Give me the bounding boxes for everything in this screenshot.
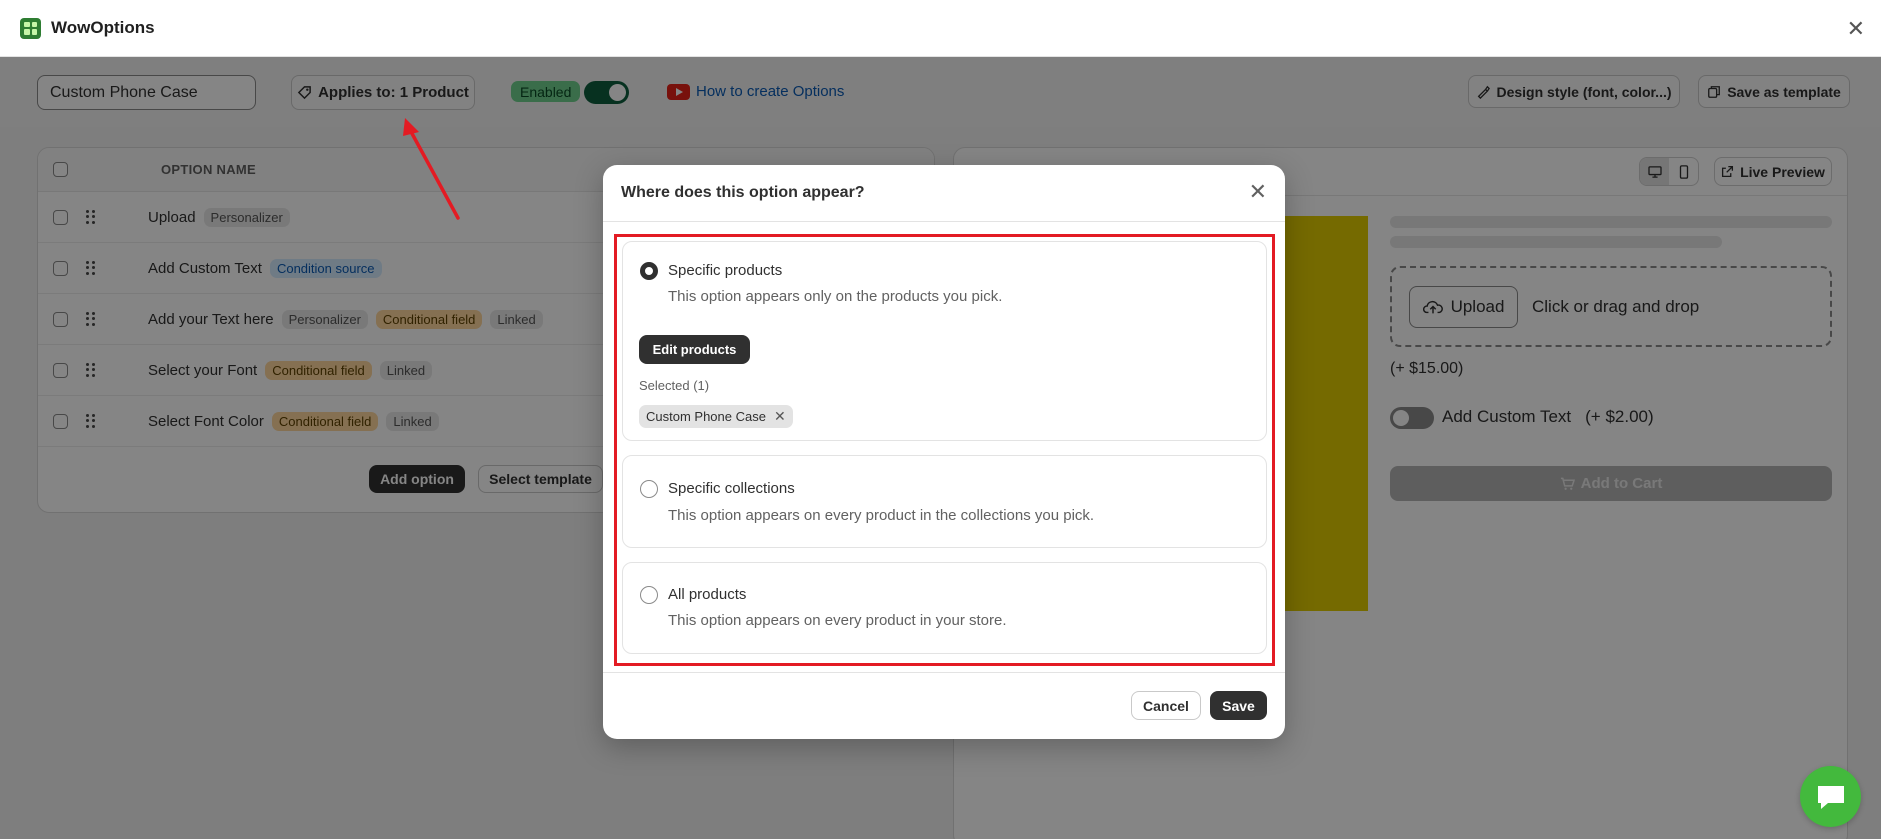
choice-description: This option appears only on the products… — [668, 288, 1003, 305]
selected-product-name: Custom Phone Case — [646, 409, 766, 424]
title-bar: WowOptions ✕ — [0, 0, 1881, 57]
choice-description: This option appears on every product in … — [668, 612, 1007, 629]
chat-icon — [1817, 785, 1844, 809]
close-icon[interactable]: ✕ — [1847, 18, 1865, 40]
radio-specific-collections[interactable] — [640, 480, 658, 498]
edit-products-button[interactable]: Edit products — [639, 335, 750, 364]
chat-widget-button[interactable] — [1800, 766, 1861, 827]
close-icon[interactable]: ✕ — [1249, 181, 1267, 203]
modal-header: Where does this option appear? ✕ — [603, 165, 1285, 222]
app-logo-icon — [20, 17, 41, 39]
annotation-arrow — [403, 118, 460, 220]
selected-product-tag: Custom Phone Case ✕ — [639, 405, 793, 428]
choice-title: Specific collections — [668, 480, 795, 497]
choice-all-products[interactable]: All products This option appears on ever… — [622, 562, 1267, 654]
radio-specific-products[interactable] — [640, 262, 658, 280]
applies-to-modal: Where does this option appear? ✕ Specifi… — [603, 165, 1285, 739]
modal-footer: Cancel Save — [603, 672, 1285, 739]
choice-title: Specific products — [668, 262, 783, 279]
app-title: WowOptions — [51, 18, 155, 37]
modal-title: Where does this option appear? — [621, 184, 865, 201]
remove-tag-icon[interactable]: ✕ — [774, 408, 786, 425]
save-button[interactable]: Save — [1210, 691, 1267, 720]
choice-specific-products[interactable]: Specific products This option appears on… — [622, 241, 1267, 441]
selected-count: Selected (1) — [639, 378, 710, 393]
choice-title: All products — [668, 586, 747, 603]
choice-description: This option appears on every product in … — [668, 507, 1095, 524]
radio-all-products[interactable] — [640, 586, 658, 604]
choice-specific-collections[interactable]: Specific collections This option appears… — [622, 455, 1267, 548]
cancel-button[interactable]: Cancel — [1131, 691, 1201, 720]
